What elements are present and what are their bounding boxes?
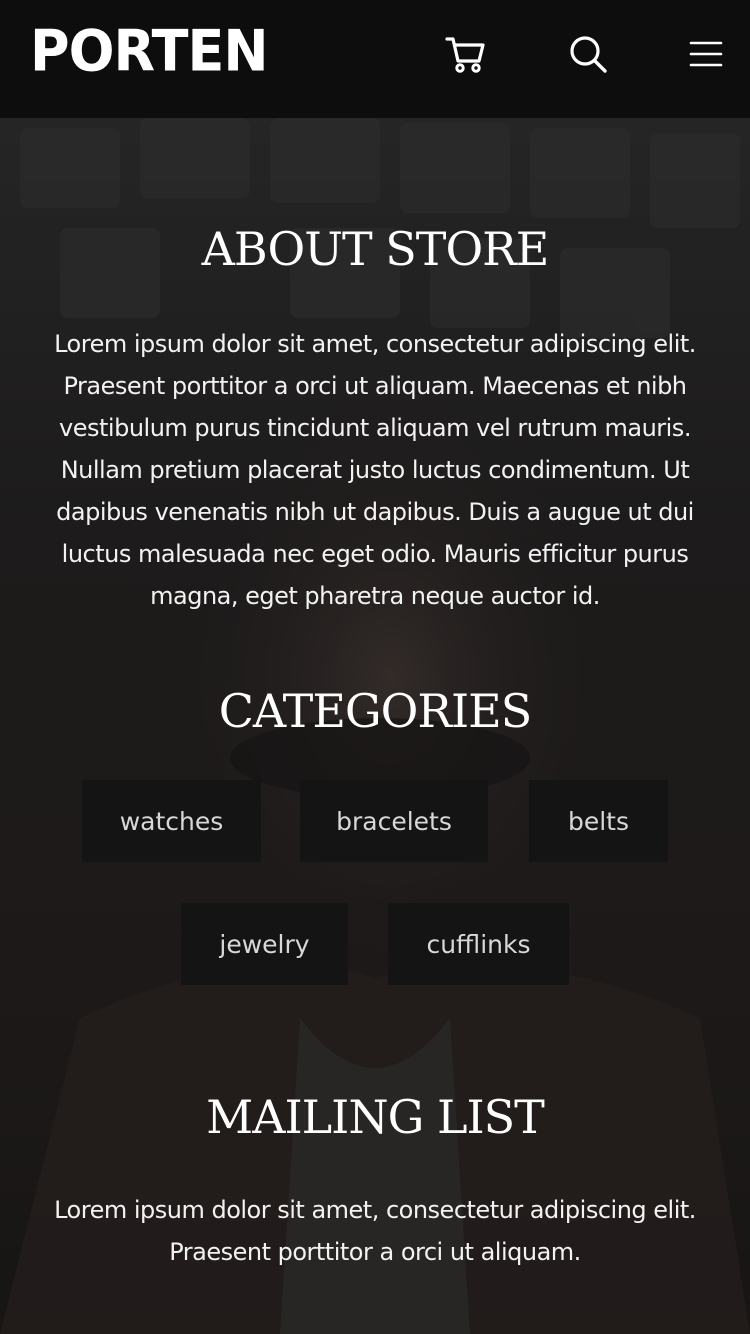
category-cufflinks-button[interactable]: cufflinks [388,903,569,985]
search-button[interactable] [564,30,612,78]
about-text: Lorem ipsum dolor sit amet, consectetur … [54,330,696,610]
category-belts-button[interactable]: belts [529,780,668,862]
about-title: ABOUT STORE [201,222,550,276]
menu-icon [689,39,723,69]
category-bracelets-button[interactable]: bracelets [300,780,488,862]
hero-section: ABOUT STORE Lorem ipsum dolor sit amet, … [0,118,750,1334]
logo[interactable]: PORTEN [30,18,269,85]
cart-icon [444,34,488,74]
search-icon [568,34,608,74]
cart-button[interactable] [442,30,490,78]
menu-button[interactable] [682,30,730,78]
categories-title: CATEGORIES [218,684,533,738]
mailing-list-text: Lorem ipsum dolor sit amet, consectetur … [54,1196,696,1266]
mailing-list-title: MAILING LIST [206,1090,545,1144]
category-watches-button[interactable]: watches [82,780,261,862]
site-header: PORTEN [0,0,750,118]
category-jewelry-button[interactable]: jewelry [181,903,348,985]
main-content: ABOUT STORE Lorem ipsum dolor sit amet, … [0,118,750,1334]
